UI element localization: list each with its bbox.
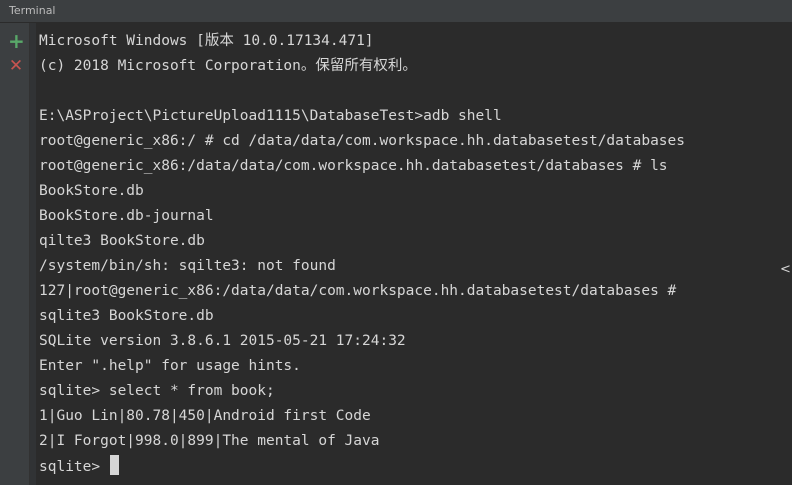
terminal-line: /system/bin/sh: sqilte3: not found: [39, 258, 336, 274]
plus-icon[interactable]: +: [8, 31, 25, 51]
terminal-line: sqlite> select * from book;: [39, 383, 275, 399]
chevron-left-icon: <: [780, 262, 791, 277]
text-cursor: [109, 455, 119, 475]
sqlite-prompt: sqlite>: [39, 459, 109, 475]
terminal-line: Enter ".help" for usage hints.: [39, 358, 301, 374]
terminal-gutter: [30, 23, 36, 485]
terminal-titlebar: Terminal: [0, 0, 792, 23]
terminal-line: 127|root@generic_x86:/data/data/com.work…: [39, 283, 677, 299]
terminal-line: 1|Guo Lin|80.78|450|Android first Code: [39, 408, 371, 424]
terminal-line: qilte3 BookStore.db: [39, 233, 205, 249]
terminal-line: E:\ASProject\PictureUpload1115\DatabaseT…: [39, 108, 502, 124]
prompt-line[interactable]: sqlite>: [39, 455, 784, 480]
terminal-line: 2|I Forgot|998.0|899|The mental of Java: [39, 433, 380, 449]
terminal-line: Microsoft Windows [版本 10.0.17134.471]: [39, 33, 374, 49]
terminal-line: SQLite version 3.8.6.1 2015-05-21 17:24:…: [39, 333, 406, 349]
terminal-line: root@generic_x86:/ # cd /data/data/com.w…: [39, 133, 686, 149]
terminal-line: sqlite3 BookStore.db: [39, 308, 214, 324]
terminal-line: BookStore.db-journal: [39, 208, 214, 224]
terminal-toolbar: + ✕: [0, 23, 30, 485]
terminal-line: root@generic_x86:/data/data/com.workspac…: [39, 158, 668, 174]
terminal-line: (c) 2018 Microsoft Corporation。保留所有权利。: [39, 58, 417, 74]
window-title: Terminal: [9, 4, 56, 17]
close-icon[interactable]: ✕: [8, 58, 24, 75]
terminal-output[interactable]: Microsoft Windows [版本 10.0.17134.471] (c…: [39, 30, 791, 485]
terminal-line: BookStore.db: [39, 183, 144, 199]
